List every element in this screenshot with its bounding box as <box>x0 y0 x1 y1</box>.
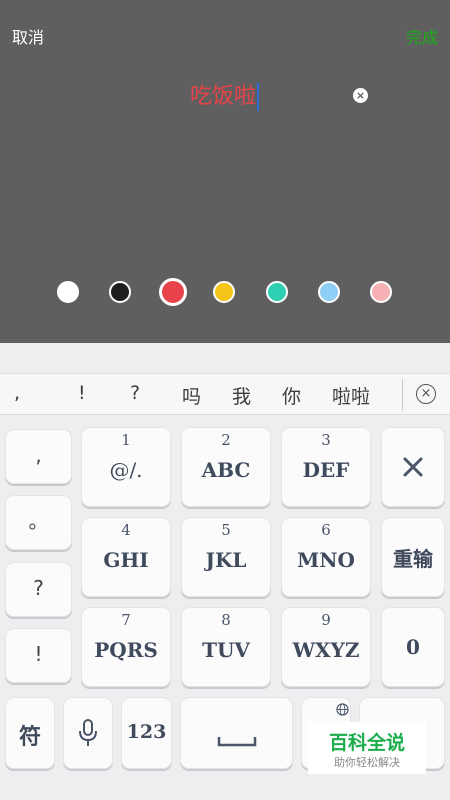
backspace-key[interactable] <box>381 427 445 507</box>
key-letters: GHI <box>103 548 149 572</box>
key-letters: DEF <box>302 458 350 482</box>
candidate-item[interactable]: 吗 <box>182 382 201 409</box>
text-editor-panel: 取消 完成 吃饭啦 × <box>0 0 450 343</box>
color-swatch-pink[interactable] <box>370 281 392 303</box>
side-key-question[interactable]: ? <box>5 562 72 617</box>
key-1[interactable]: 1 @/. <box>81 427 171 507</box>
symbol-key[interactable]: 符 <box>5 697 55 769</box>
globe-icon <box>336 703 349 716</box>
text-input-value: 吃饭啦 <box>190 84 257 109</box>
keyboard: , ! ? 吗 我 你 啦啦 × , 。 ? ! 1 @/. 2 ABC 3 D… <box>0 343 450 800</box>
space-key[interactable] <box>180 697 293 769</box>
key-letters: @/. <box>109 458 143 482</box>
candidate-item[interactable]: 我 <box>232 382 251 409</box>
key-letters: MNO <box>297 548 355 572</box>
candidate-item[interactable]: , <box>14 382 20 404</box>
color-swatch-teal[interactable] <box>266 281 288 303</box>
key-number: 9 <box>321 611 331 629</box>
candidate-divider <box>402 379 403 411</box>
key-7[interactable]: 7 PQRS <box>81 607 171 687</box>
key-letters: PQRS <box>94 638 158 662</box>
numeric-mode-label: 123 <box>126 721 167 743</box>
text-cursor <box>257 83 260 111</box>
candidate-item[interactable]: 你 <box>282 382 301 409</box>
key-letters: TUV <box>202 638 250 662</box>
key-8[interactable]: 8 TUV <box>181 607 271 687</box>
color-swatch-yellow[interactable] <box>213 281 235 303</box>
key-letters: ABC <box>201 458 251 482</box>
key-number: 5 <box>221 521 231 539</box>
watermark-logo: 百科全说 助你轻松解决 <box>308 722 426 774</box>
key-5[interactable]: 5 JKL <box>181 517 271 597</box>
numeric-mode-key[interactable]: 123 <box>121 697 172 769</box>
key-zero-label: 0 <box>406 635 420 659</box>
key-letters: JKL <box>205 548 247 572</box>
cancel-button[interactable]: 取消 <box>12 24 44 48</box>
color-swatch-red[interactable] <box>159 278 187 306</box>
space-icon <box>217 737 257 747</box>
key-letters: WXYZ <box>292 638 360 662</box>
key-9[interactable]: 9 WXYZ <box>281 607 371 687</box>
candidate-delete-icon[interactable]: × <box>416 384 436 404</box>
key-number: 4 <box>121 521 131 539</box>
voice-key[interactable] <box>63 697 113 769</box>
key-number: 7 <box>121 611 131 629</box>
key-number: 2 <box>221 431 231 449</box>
candidate-item[interactable]: 啦啦 <box>332 382 370 409</box>
backspace-icon <box>403 457 423 477</box>
key-number: 6 <box>321 521 331 539</box>
reinput-label: 重输 <box>393 547 433 571</box>
key-2[interactable]: 2 ABC <box>181 427 271 507</box>
candidate-item[interactable]: ? <box>130 382 140 404</box>
candidate-bar: , ! ? 吗 我 你 啦啦 × <box>0 373 450 415</box>
side-key-comma[interactable]: , <box>5 429 72 484</box>
color-swatch-black[interactable] <box>109 281 131 303</box>
key-3[interactable]: 3 DEF <box>281 427 371 507</box>
watermark-title: 百科全说 <box>328 732 405 754</box>
text-input[interactable]: 吃饭啦 <box>190 82 260 112</box>
side-key-exclamation[interactable]: ! <box>5 628 72 683</box>
watermark-subtitle: 助你轻松解决 <box>334 756 400 769</box>
candidate-item[interactable]: ! <box>78 382 86 404</box>
key-0[interactable]: 0 <box>381 607 445 687</box>
color-palette <box>0 278 450 306</box>
symbol-key-label: 符 <box>18 725 41 750</box>
color-swatch-light-blue[interactable] <box>318 281 340 303</box>
key-6[interactable]: 6 MNO <box>281 517 371 597</box>
key-number: 3 <box>321 431 331 449</box>
side-key-period[interactable]: 。 <box>5 495 72 550</box>
key-4[interactable]: 4 GHI <box>81 517 171 597</box>
color-swatch-white[interactable] <box>57 281 79 303</box>
microphone-icon <box>79 719 97 746</box>
done-button[interactable]: 完成 <box>406 24 438 48</box>
reinput-key[interactable]: 重输 <box>381 517 445 597</box>
clear-text-icon[interactable]: × <box>353 88 368 103</box>
key-number: 8 <box>221 611 231 629</box>
key-number: 1 <box>121 431 131 449</box>
